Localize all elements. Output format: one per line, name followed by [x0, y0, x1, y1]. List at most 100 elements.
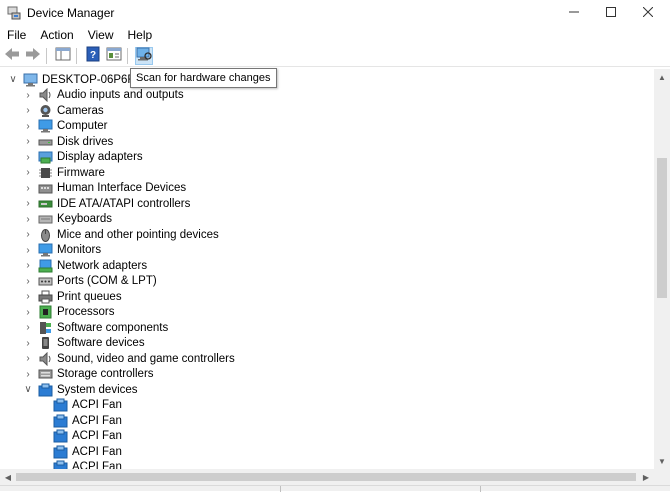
- chevron-right-icon[interactable]: ›: [23, 167, 33, 178]
- chevron-right-icon[interactable]: ›: [23, 136, 33, 147]
- tree-category[interactable]: › Computer: [23, 119, 108, 134]
- tree-category-label: Software devices: [57, 337, 145, 349]
- hid-icon: [38, 181, 53, 195]
- chevron-right-icon[interactable]: ›: [23, 183, 33, 194]
- forward-arrow-icon: [25, 47, 41, 64]
- chevron-right-icon[interactable]: ›: [23, 369, 33, 380]
- help-button[interactable]: ?: [84, 46, 102, 65]
- processor-icon: [38, 305, 53, 319]
- tree-category[interactable]: › Processors: [23, 305, 115, 320]
- scroll-up-icon[interactable]: ▲: [654, 69, 670, 85]
- tree-category[interactable]: › Software devices: [23, 336, 145, 351]
- tree-category[interactable]: › Sound, video and game controllers: [23, 351, 235, 366]
- horizontal-scroll-thumb[interactable]: [16, 473, 636, 481]
- toolbar-separator: [46, 47, 47, 64]
- console-tree-icon: [55, 47, 71, 64]
- tree-category-label: Software components: [57, 321, 169, 334]
- acpi-fan-icon: [53, 445, 68, 459]
- tree-category[interactable]: › Network adapters: [23, 258, 147, 273]
- properties-icon: [106, 47, 122, 64]
- system-devices-icon: [38, 383, 53, 397]
- menu-file[interactable]: File: [0, 28, 32, 42]
- ide-controller-icon: [38, 197, 53, 211]
- firmware-icon: [38, 166, 53, 180]
- tree-category-label: Display adapters: [57, 151, 143, 163]
- scan-hardware-icon: [136, 47, 152, 64]
- window-title: Device Manager: [27, 6, 115, 20]
- chevron-right-icon[interactable]: ›: [23, 276, 33, 287]
- tree-category[interactable]: › Storage controllers: [23, 367, 153, 382]
- chevron-right-icon[interactable]: ›: [23, 245, 33, 256]
- toolbar-separator: [127, 47, 128, 64]
- chevron-right-icon[interactable]: ›: [23, 229, 33, 240]
- keyboard-icon: [38, 212, 53, 226]
- title-bar: Device Manager: [0, 0, 670, 26]
- tree-category[interactable]: › Mice and other pointing devices: [23, 227, 219, 242]
- chevron-down-icon[interactable]: ∨: [8, 74, 18, 85]
- tree-device[interactable]: ACPI Fan: [53, 413, 122, 428]
- scroll-down-icon[interactable]: ▼: [654, 453, 670, 469]
- tree-category-label: Computer: [57, 120, 108, 132]
- tree-category[interactable]: › Firmware: [23, 165, 105, 180]
- scroll-left-icon[interactable]: ◀: [0, 469, 16, 485]
- computer-root-icon: [23, 73, 38, 87]
- computer-icon: [38, 119, 53, 133]
- forward-button[interactable]: [24, 47, 42, 65]
- horizontal-scrollbar[interactable]: ◀ ▶: [0, 469, 654, 485]
- chevron-right-icon[interactable]: ›: [23, 353, 33, 364]
- chevron-right-icon[interactable]: ›: [23, 152, 33, 163]
- device-tree: ∨ DESKTOP-06P6R62 › Audio inputs and output…: [0, 69, 654, 469]
- software-device-icon: [38, 336, 53, 350]
- tree-root[interactable]: ∨ DESKTOP-06P6R62: [8, 72, 149, 87]
- chevron-right-icon[interactable]: ›: [23, 198, 33, 209]
- scroll-right-icon[interactable]: ▶: [638, 469, 654, 485]
- tree-category-label: Human Interface Devices: [57, 182, 187, 194]
- tree-category[interactable]: › IDE ATA/ATAPI controllers: [23, 196, 190, 211]
- mouse-icon: [38, 228, 53, 242]
- maximize-icon: [606, 6, 616, 20]
- chevron-right-icon[interactable]: ›: [23, 121, 33, 132]
- menu-action[interactable]: Action: [32, 28, 79, 42]
- close-icon: [642, 6, 654, 20]
- tree-category[interactable]: ∨ System devices: [23, 382, 138, 397]
- scan-hardware-button[interactable]: [135, 46, 153, 65]
- tree-category[interactable]: › Software components: [23, 320, 168, 335]
- tree-category[interactable]: › Display adapters: [23, 150, 143, 165]
- tree-device[interactable]: ACPI Fan: [53, 429, 122, 444]
- monitor-icon: [38, 243, 53, 257]
- chevron-right-icon[interactable]: ›: [23, 260, 33, 271]
- chevron-down-icon[interactable]: ∨: [23, 384, 33, 395]
- help-icon: ?: [85, 46, 101, 65]
- tree-category[interactable]: › Print queues: [23, 289, 122, 304]
- tree-category[interactable]: › Ports (COM & LPT): [23, 274, 156, 289]
- camera-icon: [38, 104, 53, 118]
- tree-device[interactable]: ACPI Fan: [53, 398, 122, 413]
- tree-category[interactable]: › Cameras: [23, 103, 104, 118]
- tree-device[interactable]: ACPI Fan: [53, 460, 122, 469]
- show-hide-console-tree-button[interactable]: [54, 47, 72, 65]
- chevron-right-icon[interactable]: ›: [23, 214, 33, 225]
- chevron-right-icon[interactable]: ›: [23, 291, 33, 302]
- vertical-scroll-thumb[interactable]: [657, 158, 667, 298]
- chevron-right-icon[interactable]: ›: [23, 90, 33, 101]
- chevron-right-icon[interactable]: ›: [23, 338, 33, 349]
- chevron-right-icon[interactable]: ›: [23, 105, 33, 116]
- tree-category-label: System devices: [57, 383, 138, 396]
- menu-view[interactable]: View: [80, 28, 120, 42]
- vertical-scrollbar[interactable]: ▲ ▼: [654, 69, 670, 469]
- tree-category[interactable]: › Monitors: [23, 243, 101, 258]
- close-button[interactable]: [626, 0, 670, 26]
- back-arrow-icon: [4, 47, 20, 64]
- back-button[interactable]: [3, 47, 21, 65]
- chevron-right-icon[interactable]: ›: [23, 307, 33, 318]
- tree-category[interactable]: › Disk drives: [23, 134, 113, 149]
- tree-category[interactable]: › Human Interface Devices: [23, 181, 186, 196]
- tree-device[interactable]: ACPI Fan: [53, 444, 122, 459]
- disk-drive-icon: [38, 135, 53, 149]
- properties-button[interactable]: [105, 47, 123, 65]
- tree-category[interactable]: › Audio inputs and outputs: [23, 87, 184, 103]
- tree-category-label: Cameras: [57, 104, 104, 117]
- chevron-right-icon[interactable]: ›: [23, 322, 33, 333]
- tree-category[interactable]: › Keyboards: [23, 212, 112, 227]
- menu-help[interactable]: Help: [120, 28, 159, 42]
